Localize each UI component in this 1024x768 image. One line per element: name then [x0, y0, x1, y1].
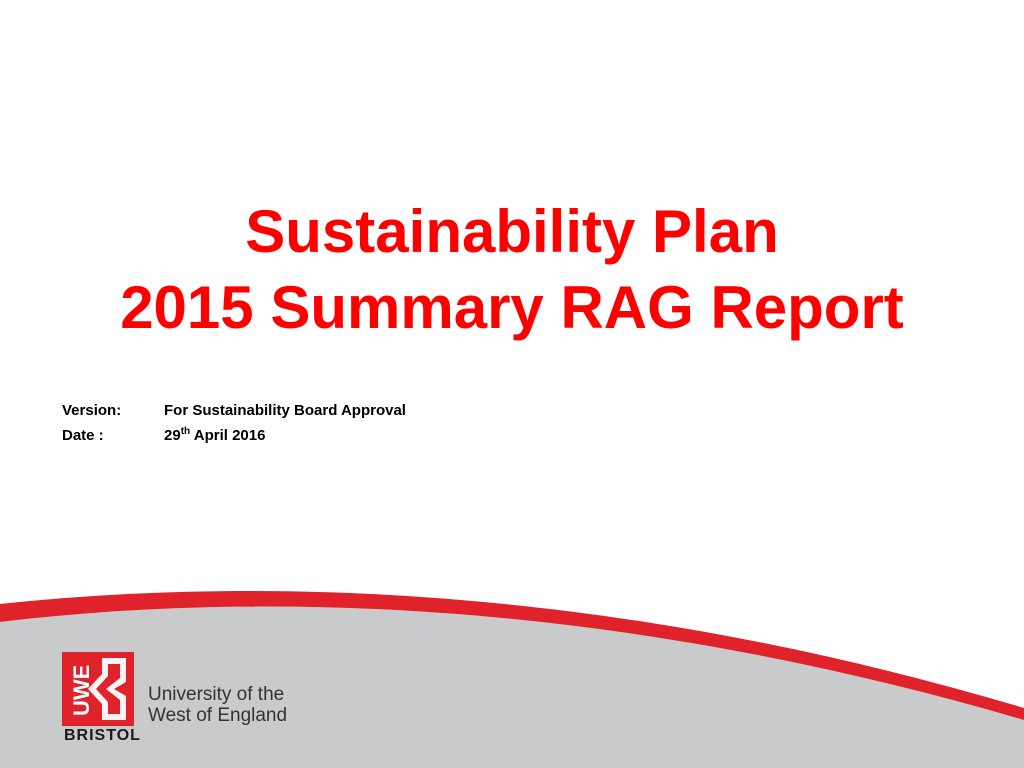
- date-rest: April 2016: [190, 427, 266, 444]
- logo-bristol: BRISTOL: [64, 727, 141, 744]
- date-day: 29: [164, 427, 181, 444]
- date-label: Date :: [62, 427, 104, 444]
- date-row: Date : 29th April 2016: [62, 423, 406, 448]
- version-value: For Sustainability Board Approval: [164, 402, 406, 419]
- version-row: Version: For Sustainability Board Approv…: [62, 398, 406, 423]
- uwe-logo: UWE BRISTOL University of the West of En…: [62, 652, 312, 752]
- version-label: Version:: [62, 402, 122, 419]
- document-meta: Version: For Sustainability Board Approv…: [62, 398, 406, 448]
- title-line-1: Sustainability Plan: [245, 198, 779, 265]
- logo-university-name: University of the West of England: [148, 684, 287, 726]
- title-line-2: 2015 Summary RAG Report: [120, 274, 904, 341]
- logo-mark-text: UWE: [69, 665, 94, 716]
- logo-name-line-1: University of the: [148, 684, 285, 705]
- date-value: 29th April 2016: [164, 426, 266, 445]
- date-suffix: th: [180, 426, 191, 437]
- logo-name-line-2: West of England: [148, 705, 288, 726]
- slide-title: Sustainability Plan 2015 Summary RAG Rep…: [0, 194, 1024, 346]
- uwe-logo-mark: UWE: [62, 652, 134, 726]
